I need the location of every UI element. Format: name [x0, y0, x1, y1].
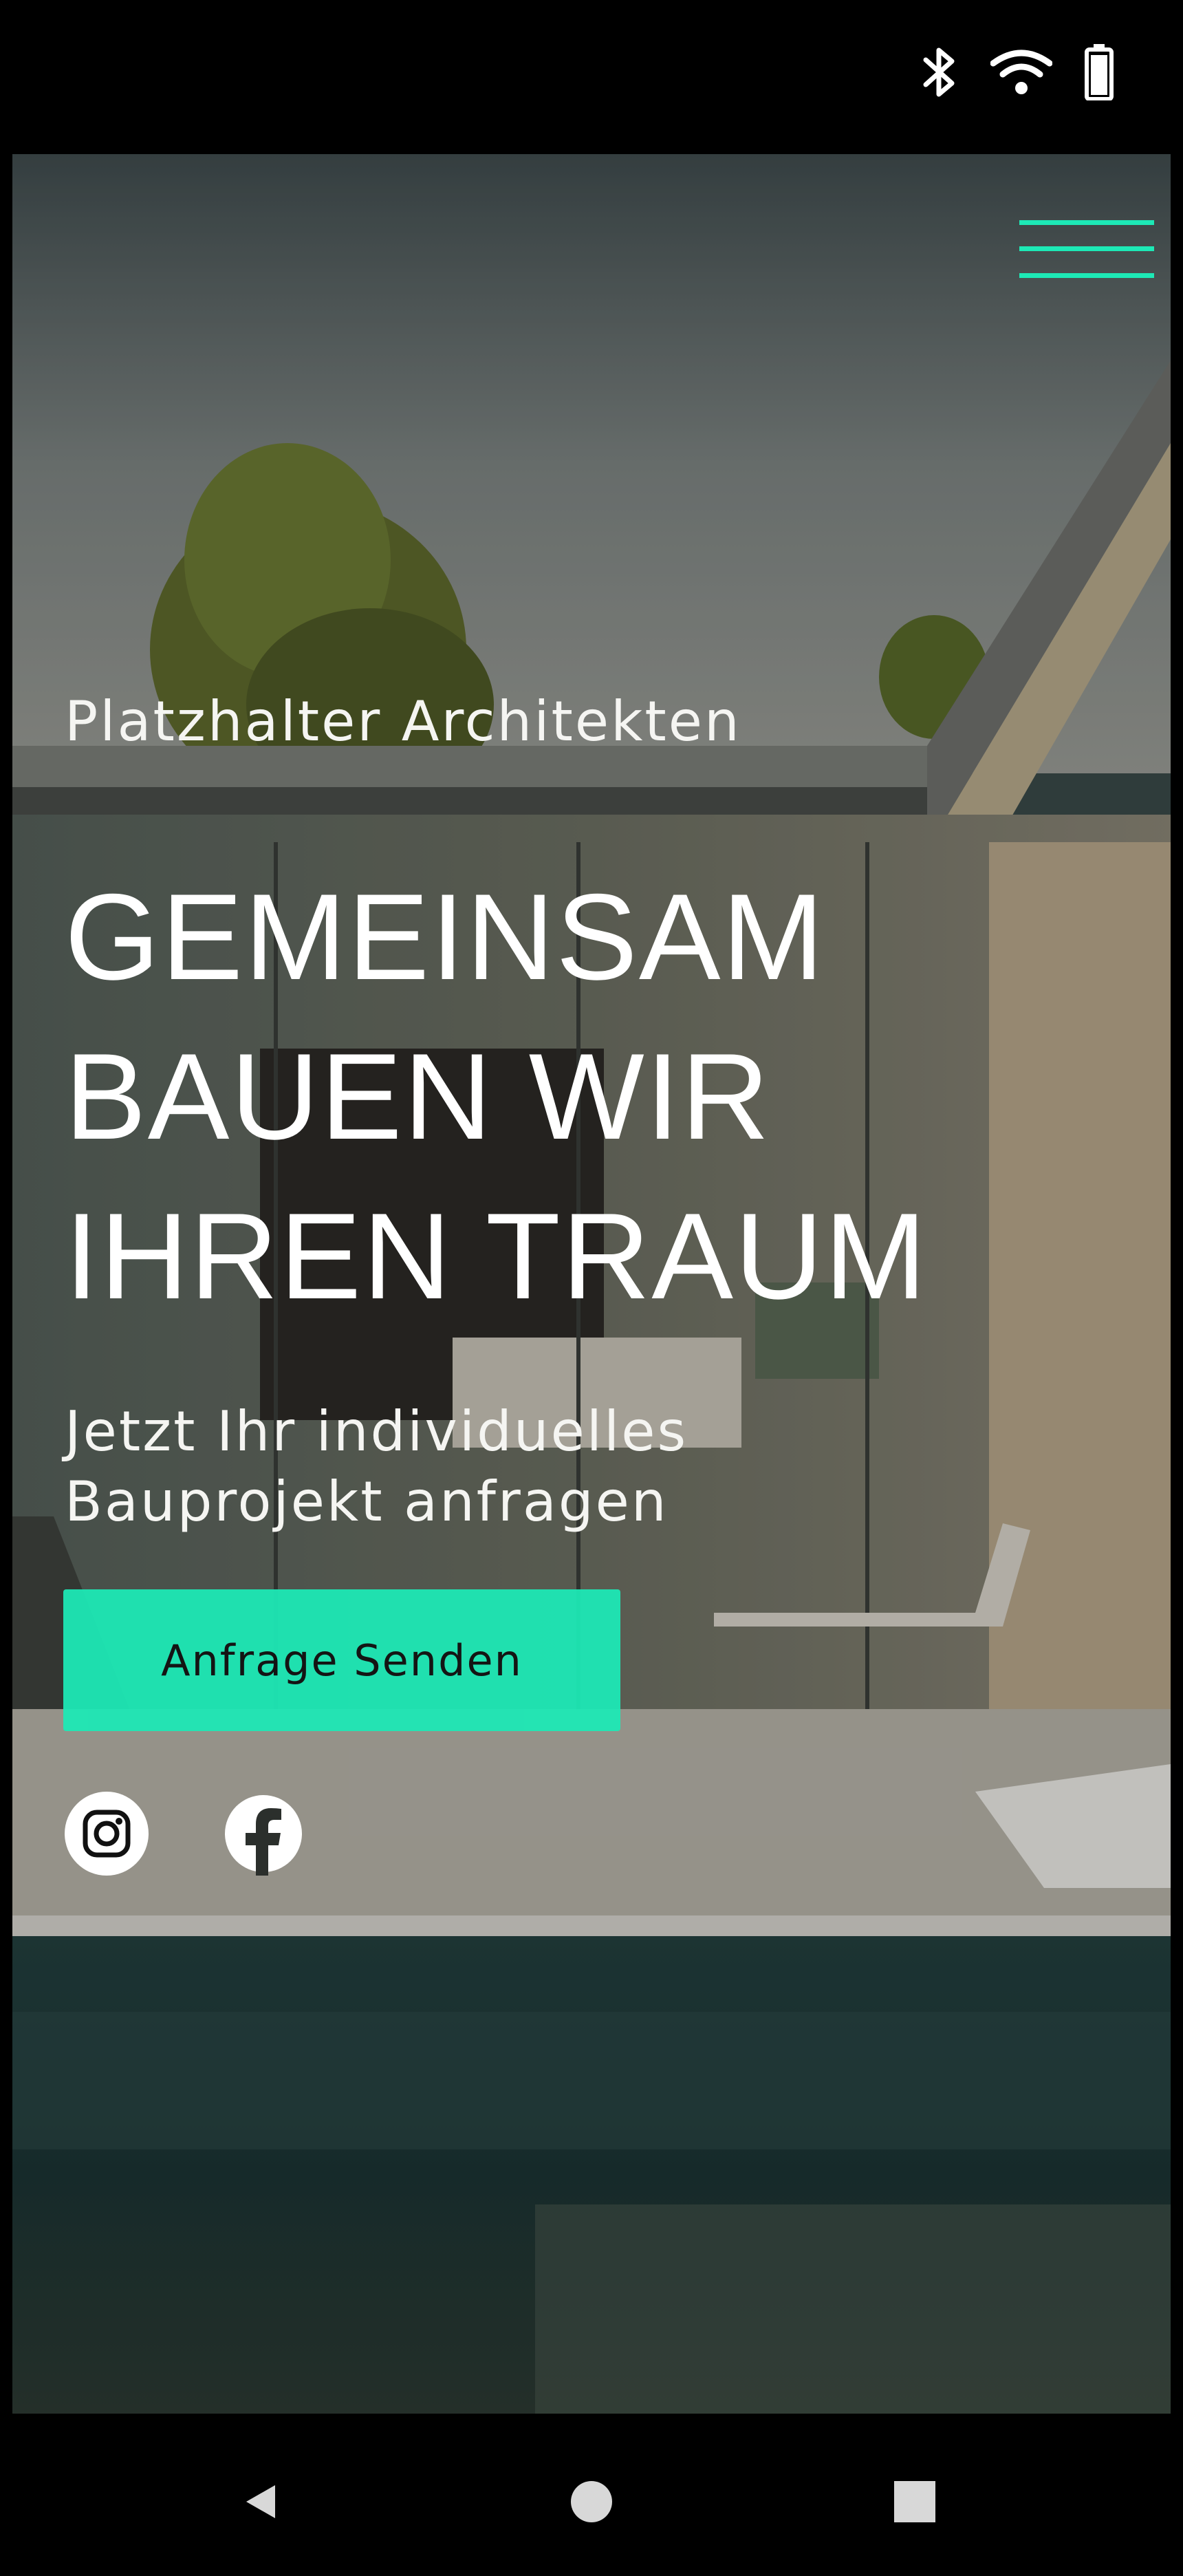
hamburger-menu-icon: [1019, 220, 1154, 278]
back-icon: [246, 2485, 275, 2518]
hero-section: Platzhalter Architekten GEMEINSAM BAUEN …: [12, 154, 1171, 2414]
facebook-link[interactable]: [221, 1792, 305, 1876]
home-icon: [571, 2481, 612, 2522]
recents-icon: [894, 2481, 935, 2522]
status-icons: [920, 41, 1114, 103]
back-button[interactable]: [227, 2467, 296, 2536]
inquiry-button[interactable]: Anfrage Senden: [63, 1589, 620, 1731]
instagram-link[interactable]: [65, 1792, 149, 1876]
instagram-icon: [65, 1792, 149, 1876]
wifi-icon: [990, 50, 1052, 94]
headline-line: BAUEN WIR: [65, 1028, 771, 1165]
system-navigation-bar: [0, 2414, 1183, 2576]
hero-headline: GEMEINSAM BAUEN WIR IHREN TRAUM: [65, 857, 1138, 1336]
bluetooth-icon: [923, 47, 955, 97]
facebook-icon: [225, 1795, 302, 1876]
hero-subline: Jetzt Ihr individuelles Bauprojekt anfra…: [65, 1397, 890, 1537]
status-bar: [0, 0, 1183, 154]
headline-line: GEMEINSAM: [65, 868, 825, 1005]
social-links: [65, 1792, 305, 1876]
brand-name: Platzhalter Architekten: [65, 689, 741, 753]
headline-line: IHREN TRAUM: [65, 1188, 928, 1324]
hamburger-menu-button[interactable]: [1019, 220, 1154, 278]
recents-button[interactable]: [880, 2467, 949, 2536]
subline-line: Bauprojekt anfragen: [65, 1470, 669, 1534]
subline-line: Jetzt Ihr individuelles: [65, 1399, 688, 1463]
home-button[interactable]: [557, 2467, 626, 2536]
battery-icon: [1085, 44, 1114, 100]
